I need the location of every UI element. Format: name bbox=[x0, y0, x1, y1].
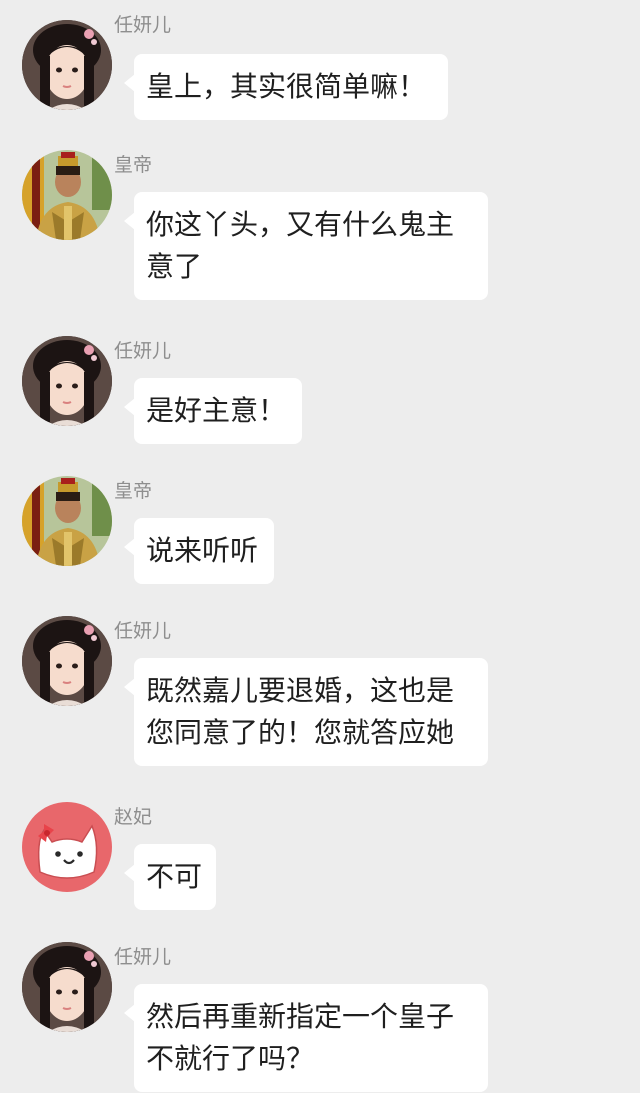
cat-avatar-icon bbox=[22, 802, 112, 892]
sender-avatar-girl[interactable] bbox=[22, 20, 112, 110]
message-bubble[interactable]: 不可 bbox=[124, 844, 216, 910]
sender-name: 任妍儿 bbox=[114, 14, 172, 36]
girl-avatar-icon bbox=[22, 336, 112, 426]
girl-avatar-icon bbox=[22, 616, 112, 706]
chat-conversation: 任妍儿 皇上，其实很简单嘛！ 皇帝 你这丫头，又有什么鬼主 意了 任妍儿 是好主… bbox=[0, 0, 640, 1093]
message-bubble[interactable]: 皇上，其实很简单嘛！ bbox=[124, 54, 448, 120]
sender-avatar-girl[interactable] bbox=[22, 942, 112, 1032]
message-bubble[interactable]: 是好主意！ bbox=[124, 378, 302, 444]
sender-name: 任妍儿 bbox=[114, 340, 172, 362]
girl-avatar-icon bbox=[22, 942, 112, 1032]
message-bubble[interactable]: 既然嘉儿要退婚，这也是 您同意了的！您就答应她 bbox=[124, 658, 488, 766]
sender-avatar-emperor[interactable] bbox=[22, 150, 112, 240]
sender-name: 任妍儿 bbox=[114, 620, 172, 642]
sender-name: 赵妃 bbox=[114, 806, 153, 828]
sender-avatar-emperor[interactable] bbox=[22, 476, 112, 566]
message-bubble[interactable]: 然后再重新指定一个皇子 不就行了吗？ bbox=[124, 984, 488, 1092]
sender-avatar-girl[interactable] bbox=[22, 616, 112, 706]
message-bubble[interactable]: 说来听听 bbox=[124, 518, 274, 584]
message-bubble[interactable]: 你这丫头，又有什么鬼主 意了 bbox=[124, 192, 488, 300]
emperor-avatar-icon bbox=[22, 476, 112, 566]
sender-name: 皇帝 bbox=[114, 154, 153, 176]
sender-avatar-cat[interactable] bbox=[22, 802, 112, 892]
emperor-avatar-icon bbox=[22, 150, 112, 240]
girl-avatar-icon bbox=[22, 20, 112, 110]
sender-name: 任妍儿 bbox=[114, 946, 172, 968]
sender-avatar-girl[interactable] bbox=[22, 336, 112, 426]
sender-name: 皇帝 bbox=[114, 480, 153, 502]
